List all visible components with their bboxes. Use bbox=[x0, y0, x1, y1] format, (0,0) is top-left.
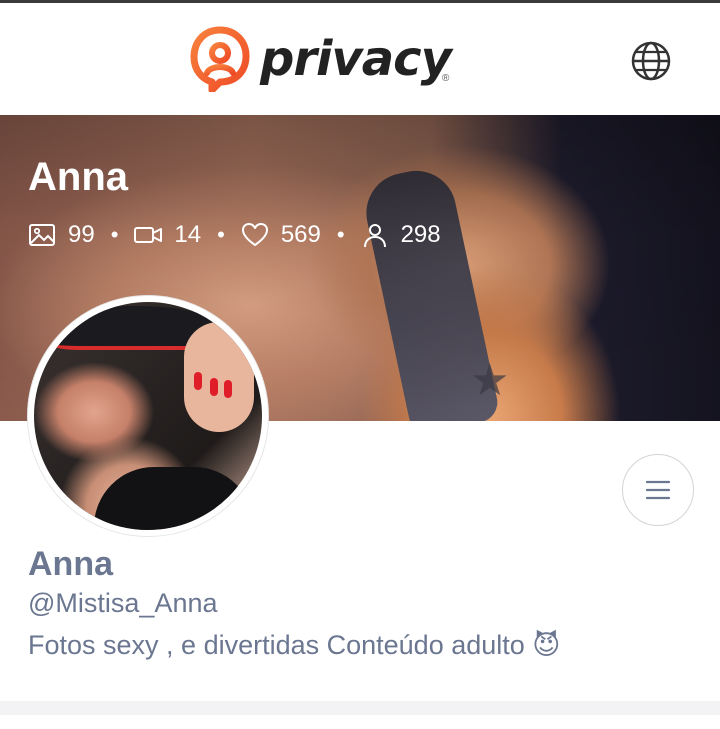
menu-button[interactable] bbox=[622, 454, 694, 526]
profile-handle: @Mistisa_Anna bbox=[28, 588, 218, 618]
menu-icon bbox=[645, 480, 671, 500]
registered-mark: ® bbox=[442, 73, 450, 84]
likes-count: 569 bbox=[280, 221, 321, 248]
brand-wordmark: privacy bbox=[260, 31, 452, 87]
privacy-logo[interactable]: privacy ® bbox=[190, 25, 452, 93]
stat-likes: 569 bbox=[241, 221, 321, 249]
stat-followers: 298 bbox=[361, 221, 441, 249]
privacy-logo-mark-icon bbox=[190, 26, 250, 92]
user-icon bbox=[363, 224, 386, 248]
profile-stats: 99 • 14 • 569 • 298 bbox=[28, 219, 441, 251]
stat-photos: 99 bbox=[28, 221, 95, 249]
profile-bio: Fotos sexy , e divertidas Conteúdo adult… bbox=[28, 630, 561, 660]
photos-count: 99 bbox=[68, 221, 95, 248]
video-icon bbox=[134, 227, 163, 243]
profile-name: Anna bbox=[28, 545, 113, 583]
avatar[interactable] bbox=[28, 296, 268, 536]
stat-separator: • bbox=[336, 222, 345, 247]
heart-icon bbox=[241, 223, 268, 246]
banner-name: Anna bbox=[28, 155, 128, 199]
section-divider bbox=[0, 701, 720, 715]
stat-videos: 14 bbox=[134, 221, 201, 249]
globe-icon[interactable] bbox=[630, 40, 672, 82]
stat-separator: • bbox=[217, 222, 225, 247]
videos-count: 14 bbox=[174, 221, 202, 248]
image-icon bbox=[29, 224, 55, 246]
app-header: privacy ® bbox=[0, 3, 720, 115]
stat-separator: • bbox=[110, 222, 119, 247]
avatar-photo bbox=[34, 302, 262, 530]
followers-count: 298 bbox=[400, 221, 441, 248]
